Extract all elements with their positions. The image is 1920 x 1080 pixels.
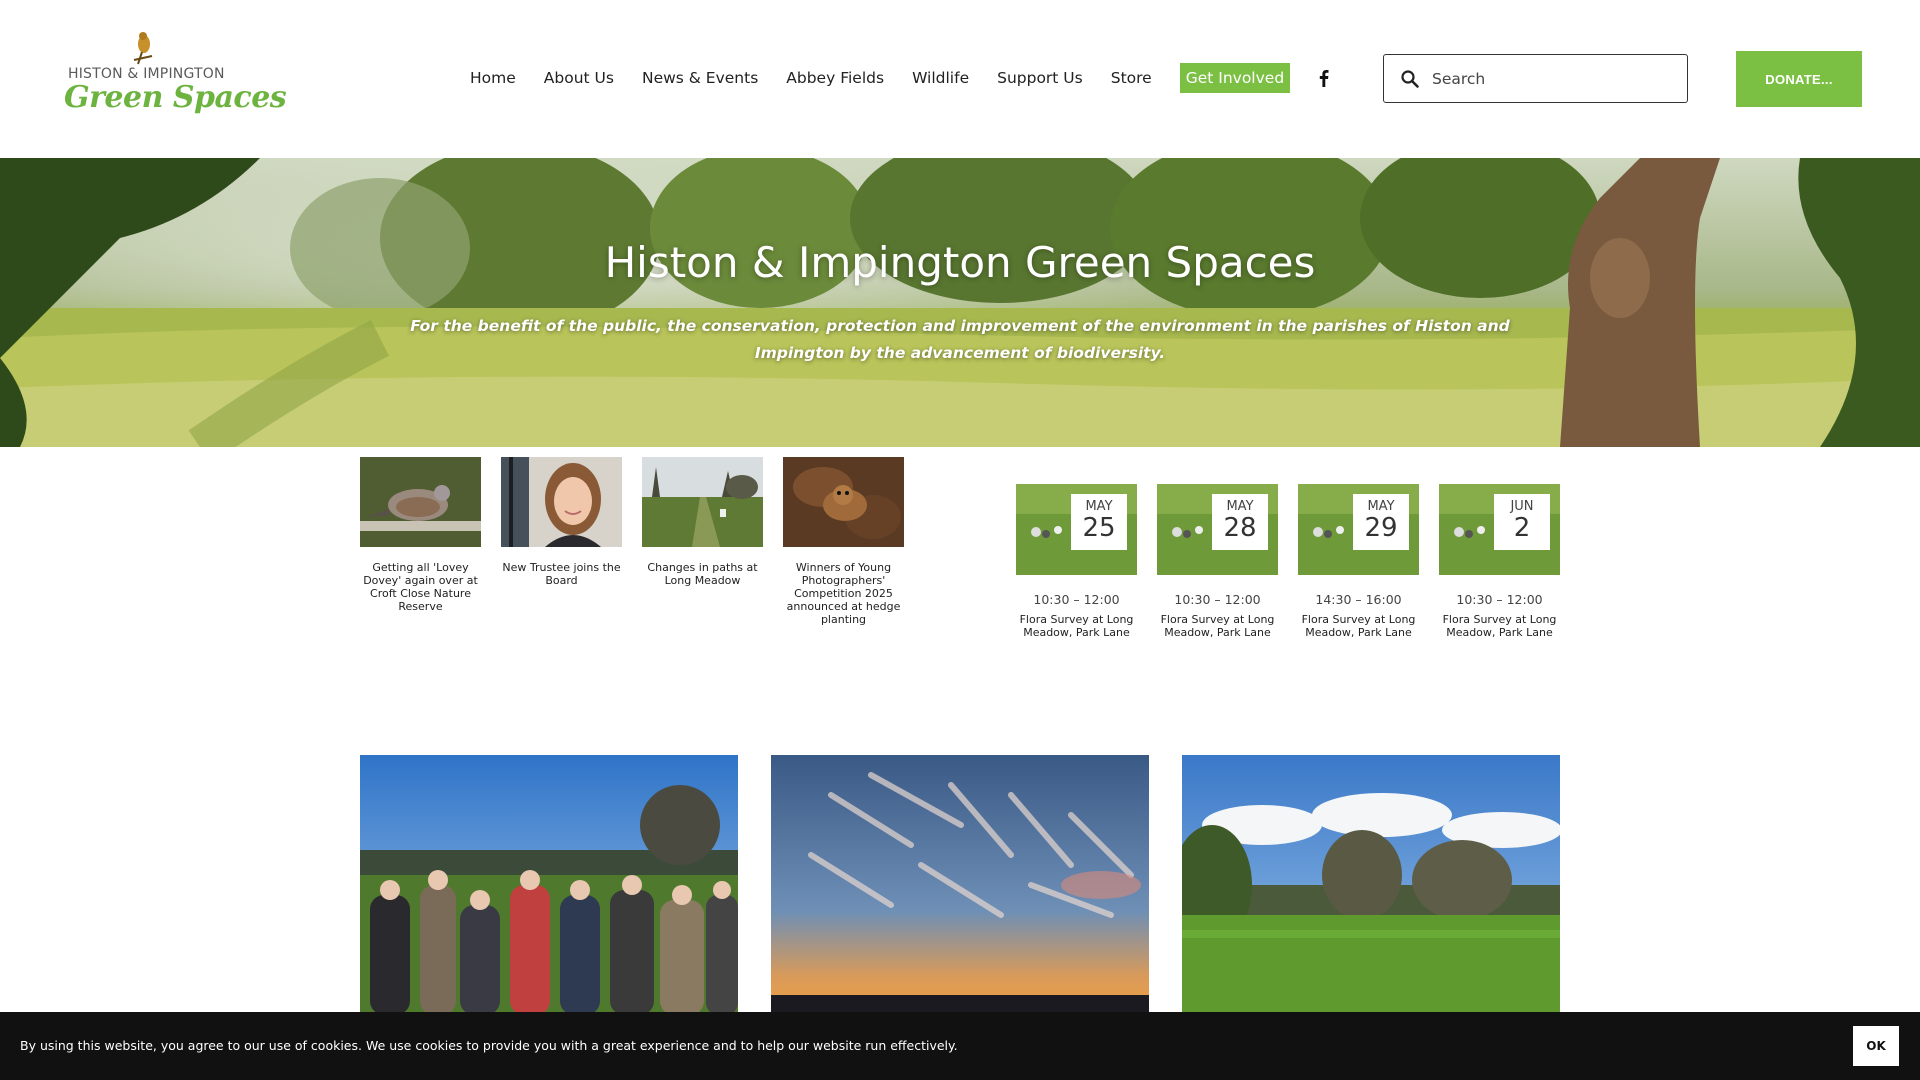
event-month: JUN <box>1510 499 1534 514</box>
turtle-dove-image <box>360 457 481 547</box>
portrait-image <box>501 457 622 547</box>
hero-meadow-image <box>0 158 1920 447</box>
fox-image <box>783 457 904 547</box>
event-day: 28 <box>1223 513 1257 543</box>
event-item[interactable]: JUN 2 10:30 – 12:00 Flora Survey at Long… <box>1439 484 1560 639</box>
main-nav: Home About Us News & Events Abbey Fields… <box>470 62 1318 94</box>
news-caption: New Trustee joins the Board <box>502 561 621 587</box>
event-time: 10:30 – 12:00 <box>1456 592 1543 607</box>
news-caption: Getting all 'Lovey Dovey' again over at … <box>363 561 478 613</box>
search-input[interactable] <box>1432 69 1672 88</box>
photo-gallery <box>360 755 1593 1015</box>
facebook-icon[interactable] <box>1314 68 1334 88</box>
sunset-sky-image[interactable] <box>771 755 1149 1015</box>
cookie-text: By using this website, you agree to our … <box>20 1038 958 1053</box>
site-logo[interactable]: HISTON & IMPINGTON Green Spaces <box>64 30 287 120</box>
search-icon <box>1401 69 1419 88</box>
donate-button[interactable]: DONATE... <box>1736 51 1862 107</box>
event-time: 14:30 – 16:00 <box>1315 592 1402 607</box>
event-title: Flora Survey at Long Meadow, Park Lane <box>1160 613 1275 639</box>
event-thumbnail: JUN 2 <box>1439 484 1560 575</box>
event-month: MAY <box>1085 499 1113 514</box>
news-list: Getting all 'Lovey Dovey' again over at … <box>360 457 924 626</box>
nav-store[interactable]: Store <box>1111 62 1152 94</box>
hero-title: Histon & Impington Green Spaces <box>604 238 1316 287</box>
news-item[interactable]: Winners of Young Photographers' Competit… <box>783 457 904 626</box>
event-day: 2 <box>1513 513 1531 543</box>
event-title: Flora Survey at Long Meadow, Park Lane <box>1301 613 1416 639</box>
event-title: Flora Survey at Long Meadow, Park Lane <box>1019 613 1134 639</box>
trees-in-meadow-image[interactable] <box>1182 755 1560 1015</box>
nav-abbey-fields[interactable]: Abbey Fields <box>786 62 884 94</box>
nav-wildlife[interactable]: Wildlife <box>912 62 969 94</box>
events-list: MAY 25 10:30 – 12:00 Flora Survey at Lon… <box>1016 484 1580 639</box>
event-month: MAY <box>1367 499 1395 514</box>
nav-support-us[interactable]: Support Us <box>997 62 1083 94</box>
crowd-in-field-image[interactable] <box>360 755 738 1015</box>
event-day: 25 <box>1082 513 1116 543</box>
hero-subtitle: For the benefit of the public, the conse… <box>410 317 1510 362</box>
meadow-path-image <box>642 457 763 547</box>
event-date-badge: MAY 29 <box>1353 494 1409 550</box>
event-date-badge: JUN 2 <box>1494 494 1550 550</box>
search-box[interactable] <box>1383 54 1688 103</box>
event-item[interactable]: MAY 25 10:30 – 12:00 Flora Survey at Lon… <box>1016 484 1137 639</box>
event-date-badge: MAY 25 <box>1071 494 1127 550</box>
bird-icon <box>133 32 153 65</box>
event-thumbnail: MAY 28 <box>1157 484 1278 575</box>
news-item[interactable]: Getting all 'Lovey Dovey' again over at … <box>360 457 481 626</box>
news-caption: Winners of Young Photographers' Competit… <box>786 561 901 626</box>
nav-home[interactable]: Home <box>470 62 516 94</box>
event-item[interactable]: MAY 28 10:30 – 12:00 Flora Survey at Lon… <box>1157 484 1278 639</box>
event-day: 29 <box>1364 513 1398 543</box>
nav-get-involved[interactable]: Get Involved <box>1179 63 1291 93</box>
event-month: MAY <box>1226 499 1254 514</box>
logo-bottom-text: Green Spaces <box>64 80 287 115</box>
event-item[interactable]: MAY 29 14:30 – 16:00 Flora Survey at Lon… <box>1298 484 1419 639</box>
nav-about-us[interactable]: About Us <box>544 62 614 94</box>
event-date-badge: MAY 28 <box>1212 494 1268 550</box>
event-title: Flora Survey at Long Meadow, Park Lane <box>1442 613 1557 639</box>
news-caption: Changes in paths at Long Meadow <box>647 561 758 587</box>
news-item[interactable]: Changes in paths at Long Meadow <box>642 457 763 626</box>
event-thumbnail: MAY 25 <box>1016 484 1137 575</box>
event-time: 10:30 – 12:00 <box>1033 592 1120 607</box>
cookie-ok-button[interactable]: OK <box>1853 1026 1899 1066</box>
nav-news-events[interactable]: News & Events <box>642 62 758 94</box>
event-thumbnail: MAY 29 <box>1298 484 1419 575</box>
cookie-banner: By using this website, you agree to our … <box>0 1012 1920 1080</box>
news-item[interactable]: New Trustee joins the Board <box>501 457 622 626</box>
hero-banner: Histon & Impington Green Spaces For the … <box>0 158 1920 447</box>
event-time: 10:30 – 12:00 <box>1174 592 1261 607</box>
site-header: HISTON & IMPINGTON Green Spaces Home Abo… <box>0 0 1920 158</box>
